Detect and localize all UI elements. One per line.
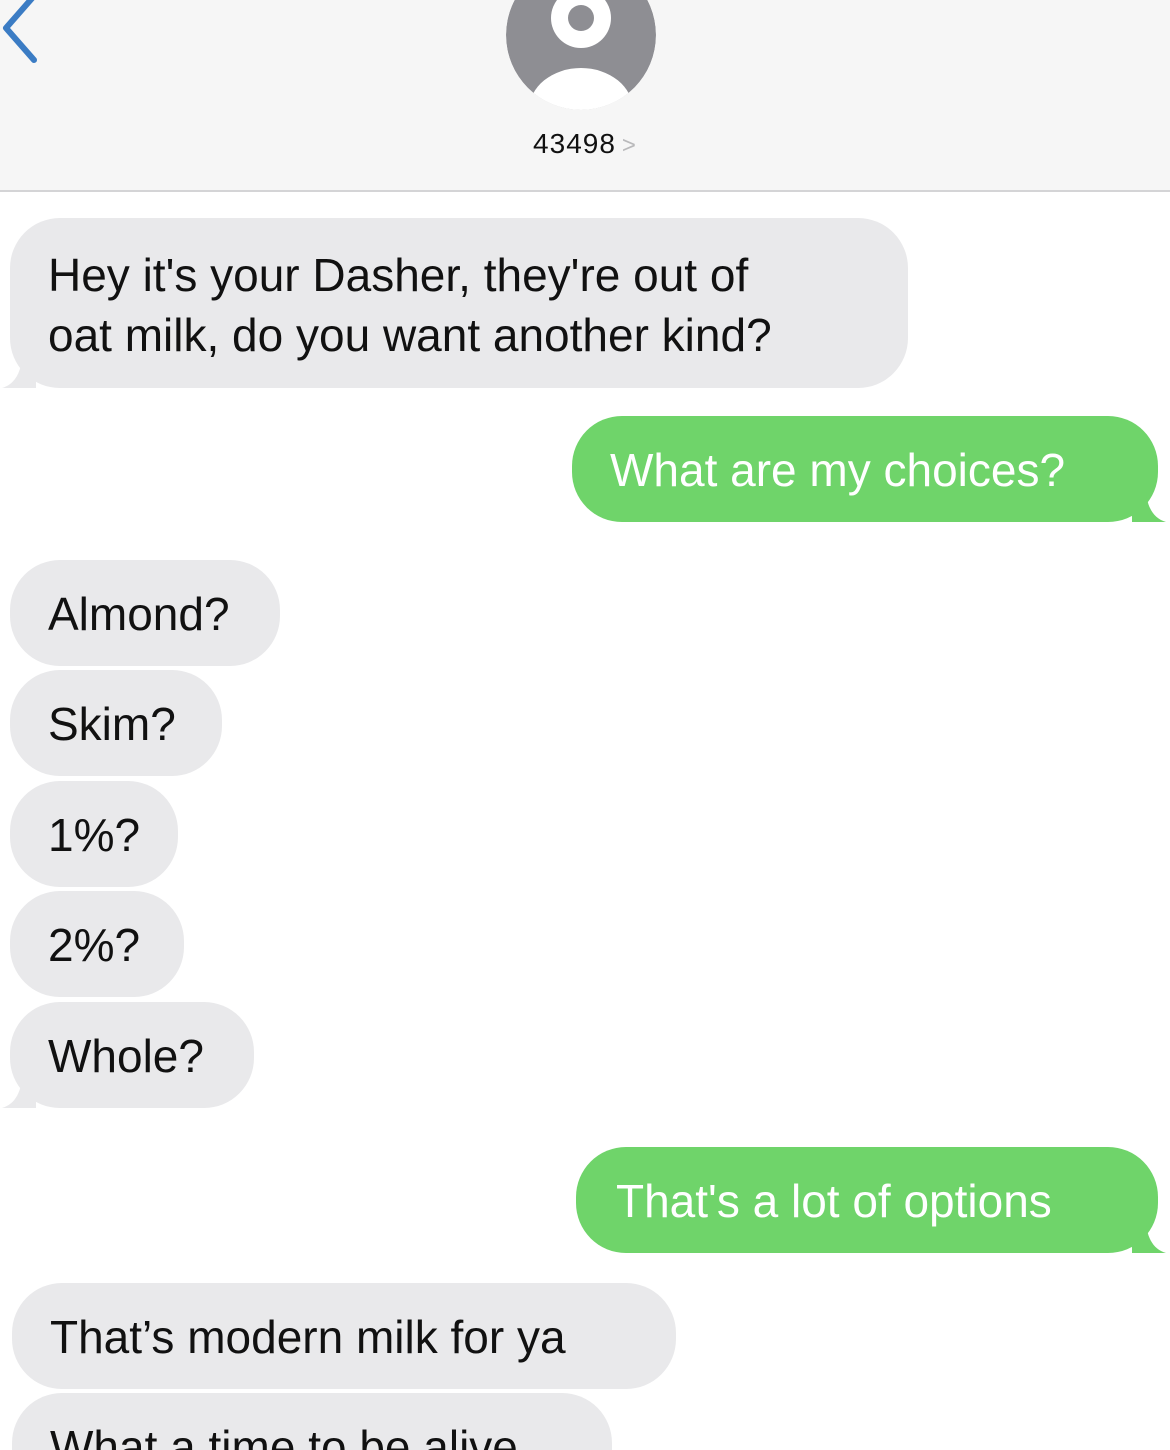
- chevron-right-icon: >: [621, 132, 637, 159]
- message-text: That’s modern milk for ya: [50, 1311, 566, 1363]
- bubble-tail: [2, 1074, 36, 1108]
- message-text: That's a lot of options: [616, 1175, 1052, 1227]
- received-message[interactable]: 2%?: [10, 891, 184, 997]
- received-message[interactable]: Hey it's your Dasher, they're out of oat…: [2, 218, 908, 388]
- message-text: 1%?: [48, 809, 141, 861]
- received-message[interactable]: Skim?: [10, 670, 222, 776]
- received-message[interactable]: What a time to be alive: [12, 1393, 612, 1450]
- back-button[interactable]: [0, 0, 50, 80]
- sent-message[interactable]: That's a lot of options: [576, 1147, 1166, 1253]
- received-message[interactable]: Almond?: [10, 560, 280, 666]
- bubble-tail: [1132, 488, 1166, 522]
- conversation-header: 43498 >: [0, 0, 1170, 192]
- sent-message[interactable]: What are my choices?: [572, 416, 1166, 522]
- received-message[interactable]: 1%?: [10, 781, 178, 887]
- bubble-tail: [1132, 1219, 1166, 1253]
- contact-name[interactable]: 43498 >: [0, 128, 1170, 160]
- bubble-tail: [2, 354, 36, 388]
- message-text: What a time to be alive: [50, 1421, 518, 1450]
- contact-name-label: 43498: [533, 128, 616, 159]
- message-text: Almond?: [48, 588, 230, 640]
- chevron-left-icon: [3, 0, 37, 63]
- message-text: 2%?: [48, 919, 141, 971]
- message-text: What are my choices?: [610, 444, 1066, 496]
- message-text-line: Hey it's your Dasher, they're out of: [48, 249, 749, 301]
- contact-avatar[interactable]: [506, 0, 656, 110]
- person-silhouette-icon: [506, 0, 656, 110]
- received-message[interactable]: Whole?: [2, 1002, 254, 1108]
- message-text: Skim?: [48, 698, 176, 750]
- received-message[interactable]: That’s modern milk for ya: [12, 1283, 676, 1389]
- message-text: Whole?: [48, 1030, 204, 1082]
- message-text-line: oat milk, do you want another kind?: [48, 309, 772, 361]
